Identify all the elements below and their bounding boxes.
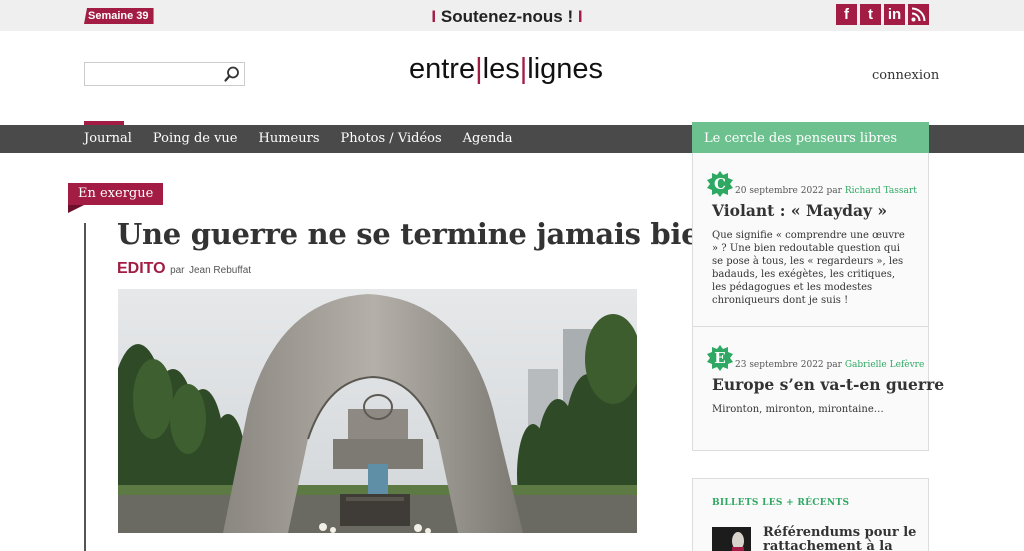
logo-separator: | [475, 53, 483, 85]
article-rule [84, 223, 86, 551]
post-by: par [826, 186, 842, 196]
post-date: 23 septembre 2022 [735, 360, 824, 370]
sidebar-heading[interactable]: Le cercle des penseurs libres [692, 122, 929, 153]
post-title[interactable]: Violant : « Mayday » [712, 201, 887, 220]
post-badge-letter: C [714, 175, 726, 193]
logo-part-lignes: lignes [527, 53, 604, 85]
article-category[interactable]: EDITO [117, 260, 166, 277]
recent-billets-panel: BILLETS LES + RÉCENTS Référendums pour l… [692, 478, 929, 551]
post-author[interactable]: Gabrielle Lefèvre [845, 360, 924, 370]
post-meta: 20 septembre 2022 par Richard Tassart [735, 186, 917, 196]
nav-item-poing-de-vue[interactable]: Poing de vue [153, 125, 238, 153]
logo-part-entre: entre [408, 53, 476, 85]
support-bar-left: I [431, 7, 437, 26]
article-title[interactable]: Une guerre ne se termine jamais bien [117, 217, 720, 251]
post-excerpt: Mironton, mironton, mirontaine… [712, 404, 884, 415]
post-excerpt: Que signifie « comprendre une œuvre » ? … [712, 230, 905, 306]
sidebar-panel: C 20 septembre 2022 par Richard Tassart … [692, 153, 944, 451]
post-date: 20 septembre 2022 [735, 186, 824, 196]
top-bar: Semaine 39 I Soutenez-nous ! I f t in [0, 0, 1024, 31]
linkedin-icon[interactable]: in [884, 4, 905, 25]
article-author[interactable]: Jean Rebuffat [189, 265, 251, 276]
post-divider [693, 326, 928, 327]
section-label-fold [68, 205, 84, 213]
nav-item-photos-videos[interactable]: Photos / Vidéos [341, 125, 442, 153]
support-bar-right: I [577, 7, 583, 26]
logo-part-les: les [482, 53, 520, 85]
facebook-icon[interactable]: f [836, 4, 857, 25]
byline-par: par [170, 265, 185, 276]
post-meta: 23 septembre 2022 par Gabrielle Lefèvre [735, 360, 924, 370]
nav-item-humeurs[interactable]: Humeurs [259, 125, 320, 153]
post-title[interactable]: Europe s’en va-t-en guerre [712, 375, 944, 394]
billet-title[interactable]: Référendums pour le rattachement à la Ru… [763, 526, 923, 551]
article-photo[interactable] [118, 289, 637, 533]
post-by: par [826, 360, 842, 370]
tumblr-icon[interactable]: t [860, 4, 881, 25]
post-badge-letter: E [714, 349, 726, 367]
article-byline: EDITO par Jean Rebuffat [117, 260, 251, 278]
billet-thumbnail[interactable] [712, 527, 751, 551]
section-label: En exergue [68, 183, 164, 205]
social-links: f t in [836, 4, 929, 25]
post-author[interactable]: Richard Tassart [845, 186, 917, 196]
login-link[interactable]: connexion [872, 68, 939, 83]
billets-heading: BILLETS LES + RÉCENTS [712, 498, 850, 508]
support-text: Soutenez-nous ! [440, 7, 574, 26]
site-logo[interactable]: entre|les|lignes [0, 53, 1012, 86]
rss-icon[interactable] [908, 4, 929, 25]
nav-item-agenda[interactable]: Agenda [463, 125, 513, 153]
nav-item-journal[interactable]: Journal [84, 125, 132, 153]
